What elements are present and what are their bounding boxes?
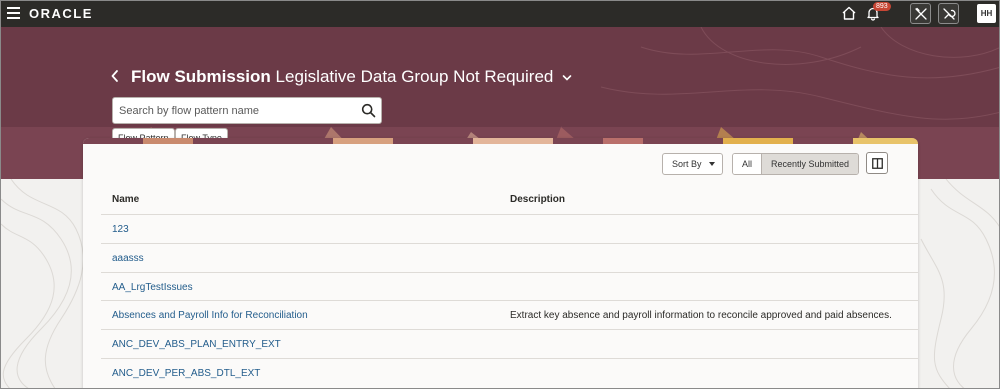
flow-name-link[interactable]: ANC_DEV_ABS_PLAN_ENTRY_EXT [112,339,281,350]
search-input[interactable] [119,102,349,120]
columns-button[interactable] [866,152,888,174]
column-header-name: Name [112,194,140,205]
table-row: ANC_DEV_ABS_PLAN_ENTRY_EXT [101,329,918,358]
chevron-down-icon [562,74,572,81]
flow-name-link[interactable]: ANC_DEV_PER_ABS_DTL_EXT [112,368,260,379]
app-frame: ORACLE 893 HH Flow Submission Legislativ… [0,0,1000,389]
tools-icon [915,7,927,20]
help-button[interactable] [938,3,959,24]
back-icon[interactable] [110,69,120,83]
search-field[interactable] [112,97,382,124]
segment-recently-submitted[interactable]: Recently Submitted [761,154,859,174]
notification-badge: 893 [873,2,891,11]
flow-name-link[interactable]: Absences and Payroll Info for Reconcilia… [112,310,308,321]
column-header-description: Description [510,194,566,205]
table-row: AA_LrgTestIssues [101,272,918,301]
menu-icon[interactable] [7,7,20,19]
accessibility-button[interactable] [910,3,931,24]
sort-by-dropdown[interactable]: Sort By [662,153,723,175]
table-row: 123 [101,214,918,243]
table-row: ANC_DEV_PER_ABS_DTL_EXT [101,358,918,387]
page-title[interactable]: Flow Submission Legislative Data Group N… [131,67,572,87]
card-accent-band [83,138,918,144]
table-row: Absences and Payroll Info for Reconcilia… [101,300,918,329]
user-avatar[interactable]: HH [977,4,996,23]
wrench-icon [943,8,956,20]
search-icon[interactable] [361,103,376,118]
flow-description: Extract key absence and payroll informat… [510,310,892,321]
columns-icon [872,158,883,169]
flow-name-link[interactable]: 123 [112,224,129,235]
page-title-bold: Flow Submission [131,67,271,86]
global-header: ORACLE 893 HH [1,1,999,27]
page-title-ldg: Legislative Data Group Not Required [275,67,554,86]
caret-down-icon [709,162,715,166]
home-icon[interactable] [841,5,857,21]
flow-name-link[interactable]: aaasss [112,253,144,264]
view-filter-toggle: All Recently Submitted [732,153,860,175]
flow-list-card: Sort By All Recently Submitted Name Desc… [83,138,918,388]
oracle-logo: ORACLE [29,6,93,21]
flow-name-link[interactable]: AA_LrgTestIssues [112,282,193,293]
table-row: aaasss [101,243,918,272]
segment-all[interactable]: All [733,154,762,174]
sort-by-label: Sort By [672,159,702,169]
